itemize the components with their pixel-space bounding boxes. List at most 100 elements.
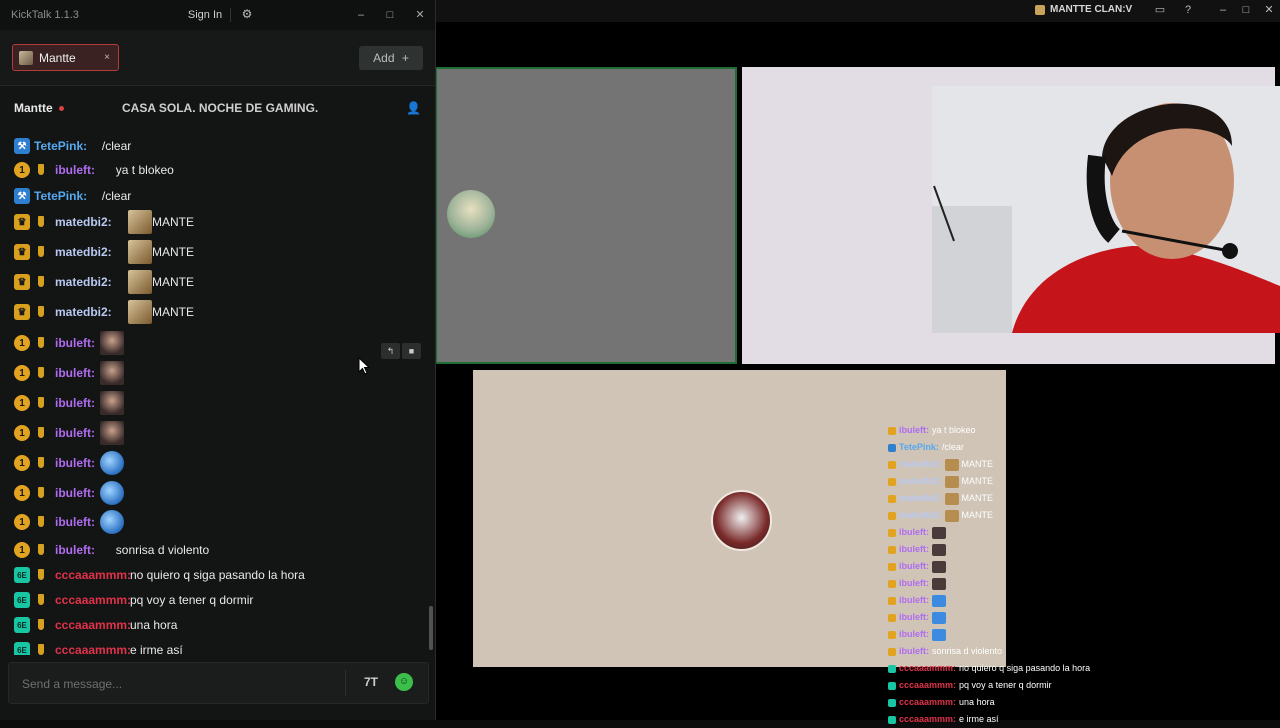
maximize-icon[interactable]: □ [1240, 4, 1252, 16]
stream-title: CASA SOLA. NOCHE DE GAMING. [122, 101, 319, 115]
add-chatroom-button[interactable]: Add + [359, 46, 423, 70]
tab-mantte[interactable]: Mantte × [12, 44, 119, 71]
overlay-emote-icon [944, 458, 959, 471]
message-actions: ↰ ■ [381, 343, 423, 359]
chat-username[interactable]: ibuleft: [55, 543, 95, 557]
globe-emote-icon[interactable] [100, 481, 124, 505]
overlay-badge-icon [888, 647, 896, 656]
chat-username[interactable]: ibuleft: [55, 515, 95, 529]
overlay-chat-message: ibuleft: sonrisa d violento [888, 643, 1148, 660]
overlay-chat-message: matedbi2: MANTE [888, 456, 1148, 473]
overlay-username: ibuleft: [899, 612, 929, 622]
minimize-icon[interactable]: – [354, 8, 368, 22]
kick-emote-icon[interactable]: ☺ [395, 673, 413, 691]
7tv-emote-icon[interactable]: 7T [362, 674, 380, 690]
chat-message[interactable]: 6E cccaaammm: no quiero q siga pasando la … [0, 565, 430, 585]
face-emote-icon[interactable] [100, 331, 124, 355]
chat-username[interactable]: matedbi2: [55, 245, 112, 259]
chat-message[interactable]: 6E cccaaammm: una hora [0, 615, 430, 635]
chat-message[interactable]: ⚒ TetePink: /clear [0, 136, 430, 156]
message-input[interactable] [20, 675, 344, 693]
chat-message[interactable]: ♛ matedbi2: MANTE [0, 300, 430, 324]
close-icon[interactable]: ✕ [1263, 4, 1275, 16]
minimize-icon[interactable]: – [1217, 4, 1229, 16]
chat-username[interactable]: cccaaammm: [55, 618, 131, 632]
overlay-badge-icon [888, 630, 896, 639]
chat-message-text: /clear [101, 189, 132, 203]
chat-username[interactable]: cccaaammm: [55, 568, 131, 582]
chat-username[interactable]: ibuleft: [55, 366, 95, 380]
subscriber-badge-icon [38, 427, 44, 438]
chat-message[interactable]: ♛ matedbi2: MANTE [0, 270, 430, 294]
overlay-badge-icon [888, 596, 896, 605]
globe-emote-icon[interactable] [100, 510, 124, 534]
overlay-username: ibuleft: [899, 595, 929, 605]
overlay-emote-icon [932, 594, 946, 607]
chat-message-text: no quiero q siga pasando la hora [130, 568, 305, 582]
chat-username[interactable]: ibuleft: [55, 336, 95, 350]
chat-username[interactable]: TetePink: [34, 139, 87, 153]
overlay-username: ibuleft: [899, 425, 929, 435]
overlay-username: ibuleft: [899, 544, 929, 554]
chat-message[interactable]: 1 ibuleft: [0, 421, 430, 445]
chat-username[interactable]: matedbi2: [55, 275, 112, 289]
overlay-badge-icon [888, 562, 896, 571]
overlay-chat-message: ibuleft: ya t blokeo [888, 422, 1148, 439]
crown-badge-icon: ♛ [14, 274, 30, 290]
chat-username[interactable]: matedbi2: [55, 305, 112, 319]
chat-message[interactable]: 6E cccaaammm: pq voy a tener q dormir [0, 590, 430, 610]
chat-message[interactable]: 1 ibuleft: [0, 451, 430, 475]
chat-username[interactable]: ibuleft: [55, 396, 95, 410]
chat-username[interactable]: cccaaammm: [55, 643, 131, 655]
gear-icon[interactable]: ⚙ [240, 7, 254, 21]
sign-in-button[interactable]: Sign In [182, 6, 228, 24]
chat-message[interactable]: 1 ibuleft: sonrisa d violento [0, 540, 430, 560]
subscriber-badge-icon [38, 644, 44, 655]
chat-username[interactable]: matedbi2: [55, 215, 112, 229]
overlay-chat-message: matedbi2: MANTE [888, 473, 1148, 490]
chat-message[interactable]: ⚒ TetePink: /clear [0, 186, 430, 206]
subscriber-badge-icon [38, 367, 44, 378]
chat-message[interactable]: ♛ matedbi2: MANTE [0, 240, 430, 264]
delete-icon[interactable]: ■ [402, 343, 421, 359]
chat-message[interactable]: 1 ibuleft: [0, 391, 430, 415]
chat-message[interactable]: 6E cccaaammm: e irme así [0, 640, 430, 655]
subscriber-badge-icon [38, 594, 44, 605]
reply-icon[interactable]: ↰ [381, 343, 400, 359]
chat-username[interactable]: ibuleft: [55, 456, 95, 470]
picture-in-picture-icon[interactable]: ▭ [1154, 4, 1166, 16]
crown-badge-icon: ♛ [14, 244, 30, 260]
mante-emote-icon[interactable] [128, 270, 152, 294]
help-icon[interactable]: ? [1182, 4, 1194, 16]
mante-emote-icon[interactable] [128, 300, 152, 324]
overlay-chat-message: ibuleft: [888, 575, 1148, 592]
overlay-emote-icon [932, 628, 946, 641]
user-icon[interactable]: 👤 [406, 101, 421, 115]
chat-username[interactable]: cccaaammm: [55, 593, 131, 607]
face-emote-icon[interactable] [100, 361, 124, 385]
chat-message[interactable]: 1 ibuleft: ya t blokeo [0, 160, 430, 180]
chat-scrollbar[interactable] [429, 606, 433, 650]
mante-emote-icon[interactable] [128, 240, 152, 264]
overlay-chat-message: ibuleft: [888, 609, 1148, 626]
overlay-badge-icon [888, 579, 896, 588]
face-emote-icon[interactable] [100, 391, 124, 415]
chat-username[interactable]: TetePink: [34, 189, 87, 203]
participant-avatar-bottom [711, 490, 772, 551]
overlay-emote-icon [932, 526, 946, 539]
chat-message[interactable]: 1 ibuleft: [0, 510, 430, 534]
chat-message[interactable]: 1 ibuleft: [0, 481, 430, 505]
chat-message[interactable]: ♛ matedbi2: MANTE [0, 210, 430, 234]
chat-username[interactable]: ibuleft: [55, 486, 95, 500]
mante-emote-icon[interactable] [128, 210, 152, 234]
chat-message[interactable]: 1 ibuleft: [0, 331, 430, 355]
maximize-icon[interactable]: □ [383, 8, 397, 22]
chat-username[interactable]: ibuleft: [55, 426, 95, 440]
overlay-chat-message: ibuleft: [888, 626, 1148, 643]
globe-emote-icon[interactable] [100, 451, 124, 475]
chat-username[interactable]: ibuleft: [55, 163, 95, 177]
close-icon[interactable]: ✕ [413, 8, 427, 22]
close-tab-icon[interactable]: × [104, 52, 110, 63]
face-emote-icon[interactable] [100, 421, 124, 445]
subscriber-badge-icon [38, 276, 44, 287]
